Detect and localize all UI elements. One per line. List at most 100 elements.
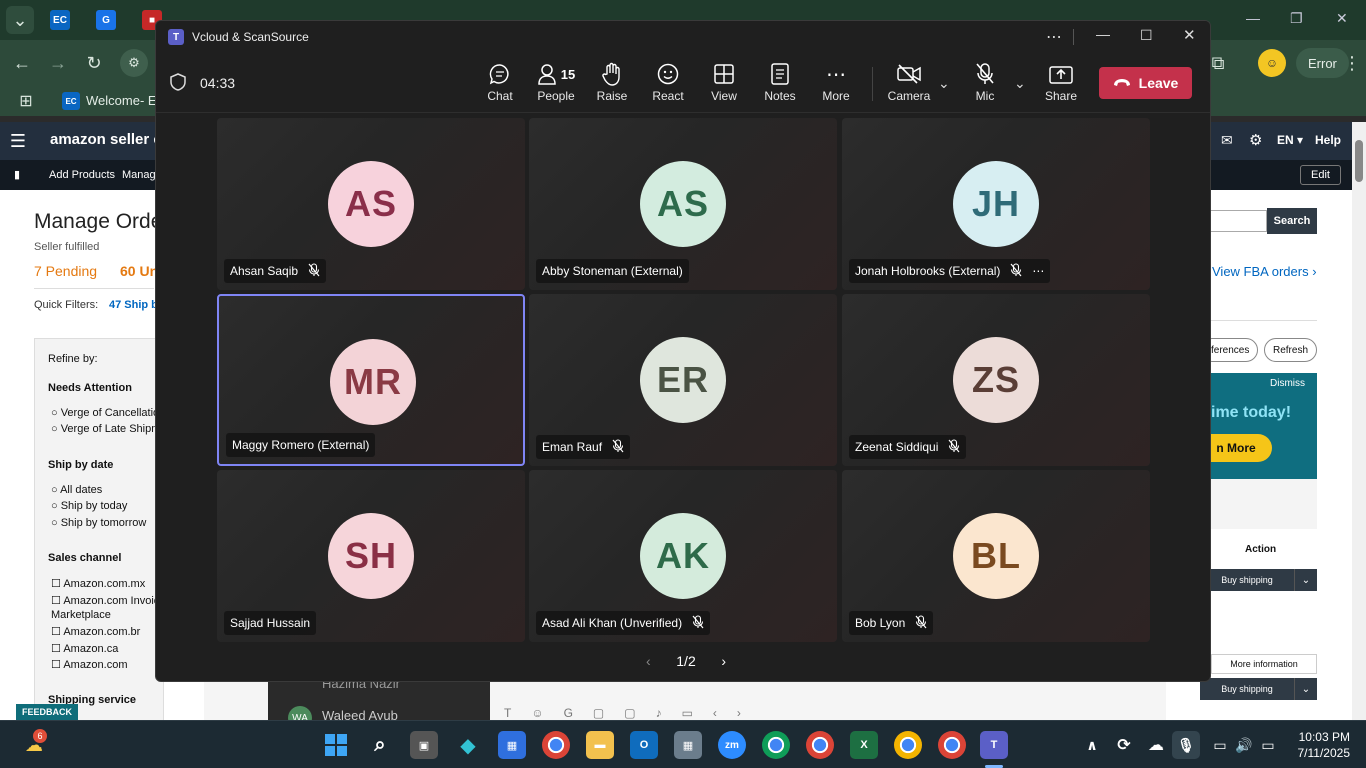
calculator-app-icon[interactable]: ▦ bbox=[674, 731, 702, 759]
camera-button[interactable]: Camera bbox=[881, 61, 937, 109]
shield-icon[interactable] bbox=[170, 73, 186, 96]
buy-shipping-dropdown-icon-2[interactable]: ⌄ bbox=[1294, 678, 1317, 700]
buy-shipping-button[interactable]: Buy shipping bbox=[1200, 569, 1294, 591]
tab-list-chevron-icon[interactable]: ⌄ bbox=[6, 6, 34, 34]
copilot-app-icon[interactable]: ◆ bbox=[454, 731, 482, 759]
profile-avatar[interactable]: ☺ bbox=[1258, 49, 1286, 77]
file-explorer-icon[interactable]: ▬ bbox=[586, 731, 614, 759]
bookmark-welcome-label[interactable]: Welcome- EC bbox=[86, 93, 166, 108]
site-info-icon[interactable]: ⚙ bbox=[120, 49, 148, 77]
participant-tile[interactable]: AS Abby Stoneman (External) bbox=[529, 118, 837, 290]
mail-icon[interactable]: ✉ bbox=[1221, 132, 1233, 149]
people-button[interactable]: 15 People bbox=[528, 61, 584, 109]
share-button[interactable]: Share bbox=[1033, 61, 1089, 109]
language-selector[interactable]: EN ▾ bbox=[1277, 133, 1303, 147]
mic-options-chevron-icon[interactable]: ⌄ bbox=[1014, 75, 1026, 92]
filter-channel-invoice[interactable]: ☐ Amazon.com Invoic bbox=[51, 594, 159, 607]
quick-filter-ship[interactable]: 47 Ship b bbox=[109, 299, 158, 311]
filter-verge-late[interactable]: ○ Verge of Late Shipm bbox=[51, 423, 160, 435]
raise-hand-button[interactable]: Raise bbox=[584, 61, 640, 109]
teams-close-icon[interactable]: ✕ bbox=[1183, 26, 1196, 44]
reload-icon[interactable]: ↻ bbox=[80, 49, 108, 77]
filter-channel-com[interactable]: ☐ Amazon.com bbox=[51, 658, 128, 671]
store-app-icon[interactable]: ▦ bbox=[498, 731, 526, 759]
teams-app-icon[interactable]: T bbox=[980, 731, 1008, 759]
view-button[interactable]: View bbox=[696, 61, 752, 109]
teams-minimize-icon[interactable]: — bbox=[1096, 26, 1110, 42]
chat-button[interactable]: Chat bbox=[472, 61, 528, 109]
browser-menu-icon[interactable]: ⋮ bbox=[1338, 49, 1366, 77]
forward-arrow-icon[interactable]: → bbox=[44, 49, 72, 77]
chrome-profile-1-icon[interactable] bbox=[762, 731, 790, 759]
task-view-icon[interactable]: ▣ bbox=[410, 731, 438, 759]
participant-tile[interactable]: AK Asad Ali Khan (Unverified) bbox=[529, 470, 837, 642]
feedback-tab[interactable]: FEEDBACK bbox=[16, 704, 79, 720]
sync-icon[interactable]: ⟳ bbox=[1110, 731, 1138, 759]
pager-prev-icon[interactable]: ‹ bbox=[646, 653, 651, 669]
page-scrollbar[interactable] bbox=[1352, 122, 1366, 720]
filter-channel-mx[interactable]: ☐ Amazon.com.mx bbox=[51, 577, 145, 590]
tab-g-icon[interactable]: G bbox=[96, 10, 116, 30]
more-button[interactable]: ⋯ More bbox=[808, 61, 864, 109]
participant-tile[interactable]: ZS Zeenat Siddiqui bbox=[842, 294, 1150, 466]
more-information-link[interactable]: More information bbox=[1211, 654, 1317, 674]
start-windows-icon[interactable] bbox=[322, 731, 350, 759]
excel-app-icon[interactable]: X bbox=[850, 731, 878, 759]
hamburger-menu-icon[interactable]: ☰ bbox=[4, 127, 32, 155]
participant-tile[interactable]: BL Bob Lyon bbox=[842, 470, 1150, 642]
filter-ship-tomorrow[interactable]: ○ Ship by tomorrow bbox=[51, 517, 146, 529]
participant-tile[interactable]: ER Eman Rauf bbox=[529, 294, 837, 466]
filter-all-dates[interactable]: ○ All dates bbox=[51, 484, 102, 496]
help-link[interactable]: Help bbox=[1315, 133, 1341, 147]
participant-tile[interactable]: JH Jonah Holbrooks (External) ⋯ bbox=[842, 118, 1150, 290]
chrome-profile-4-icon[interactable] bbox=[938, 731, 966, 759]
outlook-app-icon[interactable]: O bbox=[630, 731, 658, 759]
apps-grid-icon[interactable]: ⊞ bbox=[12, 87, 40, 115]
filter-channel-ca[interactable]: ☐ Amazon.ca bbox=[51, 642, 118, 655]
pager-next-icon[interactable]: › bbox=[721, 653, 726, 669]
tab-ec-icon[interactable]: EC bbox=[50, 10, 70, 30]
camera-options-chevron-icon[interactable]: ⌄ bbox=[938, 75, 950, 92]
mic-off-icon bbox=[975, 61, 995, 87]
browser-maximize-icon[interactable]: ❐ bbox=[1290, 10, 1303, 27]
teams-maximize-icon[interactable]: ☐ bbox=[1140, 27, 1153, 44]
scrollbar-thumb[interactable] bbox=[1355, 140, 1363, 182]
filter-ship-today[interactable]: ○ Ship by today bbox=[51, 500, 127, 512]
refresh-button[interactable]: Refresh bbox=[1264, 338, 1318, 362]
participant-tile[interactable]: MR Maggy Romero (External) bbox=[217, 294, 525, 466]
chrome-app-icon[interactable] bbox=[542, 731, 570, 759]
subnav-add-products[interactable]: Add Products bbox=[49, 169, 115, 181]
leave-button[interactable]: Leave bbox=[1099, 67, 1192, 99]
back-arrow-icon[interactable]: ← bbox=[8, 49, 36, 77]
view-fba-orders-link[interactable]: View FBA orders › bbox=[1212, 264, 1317, 279]
tab-unshipped[interactable]: 60 Un bbox=[120, 263, 158, 279]
participant-tile[interactable]: AS Ahsan Saqib bbox=[217, 118, 525, 290]
chrome-profile-3-icon[interactable] bbox=[894, 731, 922, 759]
edit-button[interactable]: Edit bbox=[1300, 165, 1341, 185]
settings-gear-icon[interactable]: ⚙ bbox=[1249, 131, 1262, 149]
tray-chevron-up-icon[interactable]: ∧ bbox=[1078, 731, 1106, 759]
participant-more-icon[interactable]: ⋯ bbox=[1032, 264, 1044, 278]
browser-close-icon[interactable]: ✕ bbox=[1336, 10, 1348, 27]
react-button[interactable]: React bbox=[640, 61, 696, 109]
promo-dismiss[interactable]: Dismiss bbox=[1270, 378, 1305, 389]
filter-verge-cancel[interactable]: ○ Verge of Cancellatio bbox=[51, 407, 159, 419]
chrome-profile-2-icon[interactable] bbox=[806, 731, 834, 759]
mic-button[interactable]: Mic bbox=[957, 61, 1013, 109]
tab-pending[interactable]: 7 Pending bbox=[34, 263, 97, 279]
buy-shipping-button-2[interactable]: Buy shipping bbox=[1200, 678, 1294, 700]
system-clock[interactable]: 10:03 PM 7/11/2025 bbox=[1298, 729, 1351, 761]
title-more-icon[interactable]: ⋯ bbox=[1046, 27, 1062, 47]
bookmark-flag-icon[interactable]: ▮ bbox=[14, 168, 20, 181]
participant-tile[interactable]: SH Sajjad Hussain bbox=[217, 470, 525, 642]
buy-shipping-dropdown-icon[interactable]: ⌄ bbox=[1294, 569, 1317, 591]
battery-icon[interactable]: ▭ bbox=[1254, 731, 1282, 759]
filter-channel-br[interactable]: ☐ Amazon.com.br bbox=[51, 625, 140, 638]
tray-mic-off-icon[interactable]: 🎙 bbox=[1172, 731, 1200, 759]
notes-button[interactable]: Notes bbox=[752, 61, 808, 109]
browser-minimize-icon[interactable]: — bbox=[1246, 10, 1260, 26]
zoom-app-icon[interactable]: zm bbox=[718, 731, 746, 759]
search-button[interactable]: Search bbox=[1267, 208, 1317, 234]
search-icon[interactable]: ⌕ bbox=[366, 731, 394, 759]
cloud-off-icon[interactable]: ☁ bbox=[1142, 731, 1170, 759]
